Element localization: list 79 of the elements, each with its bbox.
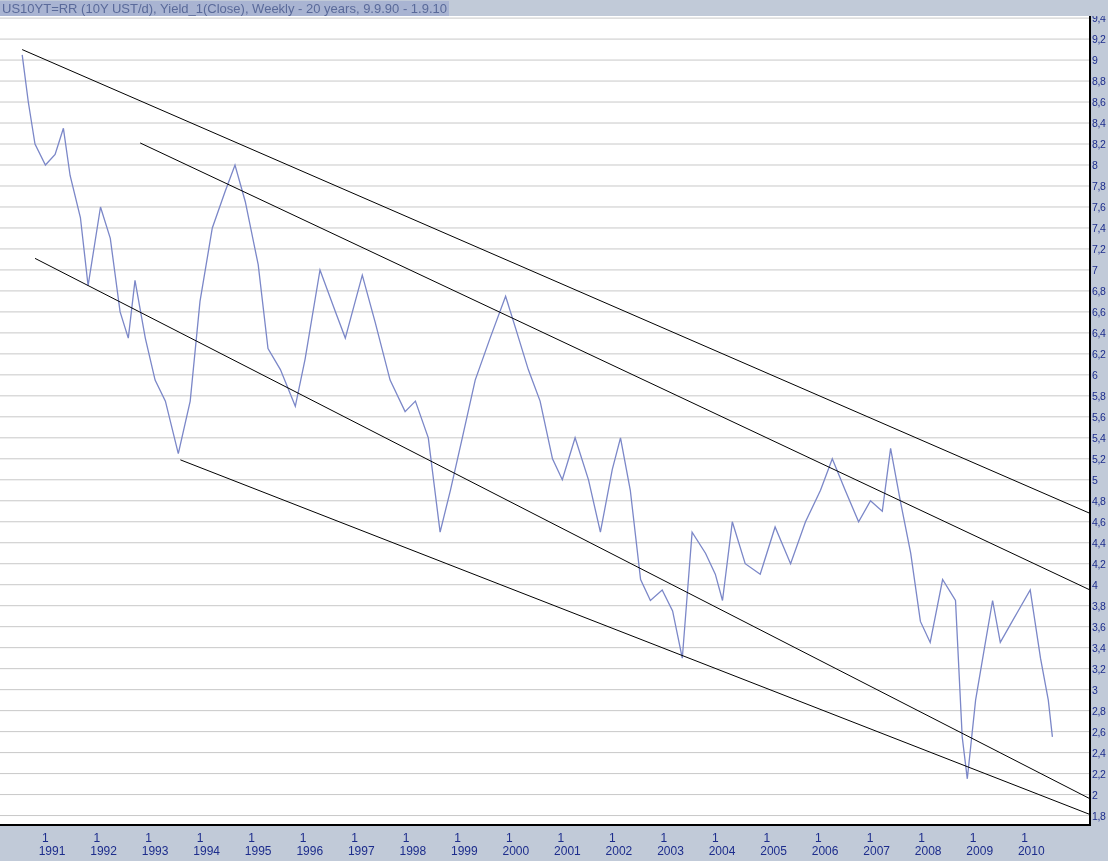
axis-tick-label: 1: [969, 831, 977, 845]
axis-tick-label: 1: [145, 831, 152, 845]
axis-tick-label: 5: [1092, 473, 1098, 486]
axis-tick-label: 1996: [296, 844, 324, 858]
axis-tick-label: 4,8: [1092, 494, 1106, 507]
axis-tick-label: 1992: [90, 844, 117, 858]
axis-tick-label: 8,6: [1092, 96, 1106, 109]
axis-tick-label: 7,8: [1092, 180, 1106, 192]
axis-tick-label: 1: [196, 831, 204, 845]
axis-tick-label: 1: [402, 831, 410, 845]
axis-tick-label: 2: [1092, 788, 1098, 801]
axis-tick-label: 1: [815, 831, 822, 845]
axis-tick-label: 5,6: [1092, 410, 1106, 423]
axis-tick-label: 1: [918, 831, 925, 845]
axis-tick-label: 4,2: [1092, 557, 1106, 570]
axis-tick-label: 1999: [451, 844, 478, 858]
axis-tick-label: 2,8: [1092, 704, 1106, 717]
axis-tick-label: 1: [866, 831, 874, 845]
axis-tick-label: 3,6: [1092, 620, 1106, 633]
axis-tick-label: 8,4: [1092, 117, 1106, 130]
axis-tick-label: 4,4: [1092, 536, 1106, 549]
axis-tick-label: 1: [660, 831, 668, 845]
axis-tick-label: 5,4: [1092, 431, 1106, 444]
axis-tick-label: 1: [351, 831, 358, 845]
axis-tick-label: 1: [248, 831, 255, 845]
axis-tick-label: 2,2: [1092, 767, 1106, 780]
axis-tick-label: 3: [1092, 683, 1098, 696]
axis-tick-label: 8: [1092, 159, 1098, 171]
axis-tick-label: 2000: [502, 844, 530, 858]
axis-tick-label: 2010: [1017, 844, 1045, 858]
axis-tick-label: 2004: [708, 844, 736, 858]
axis-tick-label: 1993: [141, 844, 169, 858]
axis-tick-label: 1998: [399, 844, 427, 858]
axis-tick-label: 6: [1092, 368, 1098, 381]
axis-tick-label: 1991: [38, 844, 66, 858]
axis-tick-label: 3,4: [1092, 641, 1106, 654]
axis-tick-label: 2005: [760, 844, 787, 858]
axis-tick-label: 9,2: [1092, 33, 1106, 46]
axis-tick-label: 1995: [244, 844, 272, 858]
axis-tick-label: 1: [42, 831, 49, 845]
chart-title: US10YT=RR (10Y UST/d), Yield_1(Close), Weekly - 20 years, 9.9.90 - 1.9.10: [0, 0, 449, 16]
axis-tick-label: 8,8: [1092, 75, 1106, 88]
axis-tick-label: 8,2: [1092, 138, 1106, 150]
axis-tick-label: 1: [557, 831, 565, 845]
axis-tick-label: 1997: [347, 844, 375, 858]
axis-tick-label: 2008: [914, 844, 942, 858]
axis-tick-label: 4: [1092, 578, 1098, 591]
axis-tick-label: 1: [608, 831, 616, 845]
axis-tick-label: 6,4: [1092, 326, 1106, 339]
axis-tick-label: 2003: [657, 844, 684, 858]
axis-tick-label: 6,8: [1092, 284, 1106, 297]
axis-tick-label: 2006: [811, 844, 839, 858]
axis-tick-label: 2002: [605, 844, 633, 858]
axis-tick-label: 6,6: [1092, 305, 1106, 318]
axis-tick-label: 1: [1021, 831, 1028, 845]
axis-tick-label: 7,4: [1092, 221, 1106, 234]
axis-tick-label: 2007: [863, 844, 890, 858]
axis-tick-label: 7: [1092, 263, 1098, 276]
axis-tick-label: 1: [505, 831, 513, 845]
axis-tick-label: 2,4: [1092, 746, 1106, 759]
axis-tick-label: 1994: [193, 844, 220, 858]
axis-tick-label: 3,8: [1092, 599, 1106, 612]
axis-tick-label: 4,6: [1092, 515, 1106, 528]
axis-tick-label: 2009: [966, 844, 994, 858]
axis-tick-label: 7,2: [1092, 242, 1106, 255]
axis-tick-label: 3,2: [1092, 662, 1106, 675]
axis-tick-label: 1: [763, 831, 771, 845]
axis-tick-label: 6,2: [1092, 347, 1106, 360]
axis-tick-label: 1: [712, 831, 719, 845]
axis-tick-label: 1,8: [1092, 809, 1106, 822]
axis-tick-label: 2001: [554, 844, 581, 858]
axis-tick-label: 1: [454, 831, 462, 845]
axis-tick-label: 1: [93, 831, 101, 845]
axis-tick-label: 5,8: [1092, 389, 1106, 402]
axis-tick-label: 9: [1092, 54, 1098, 67]
axis-tick-label: 1: [299, 831, 307, 845]
axis-tick-label: 7,6: [1092, 200, 1106, 213]
axis-tick-label: 5,2: [1092, 452, 1106, 465]
axis-tick-label: 2,6: [1092, 725, 1106, 738]
